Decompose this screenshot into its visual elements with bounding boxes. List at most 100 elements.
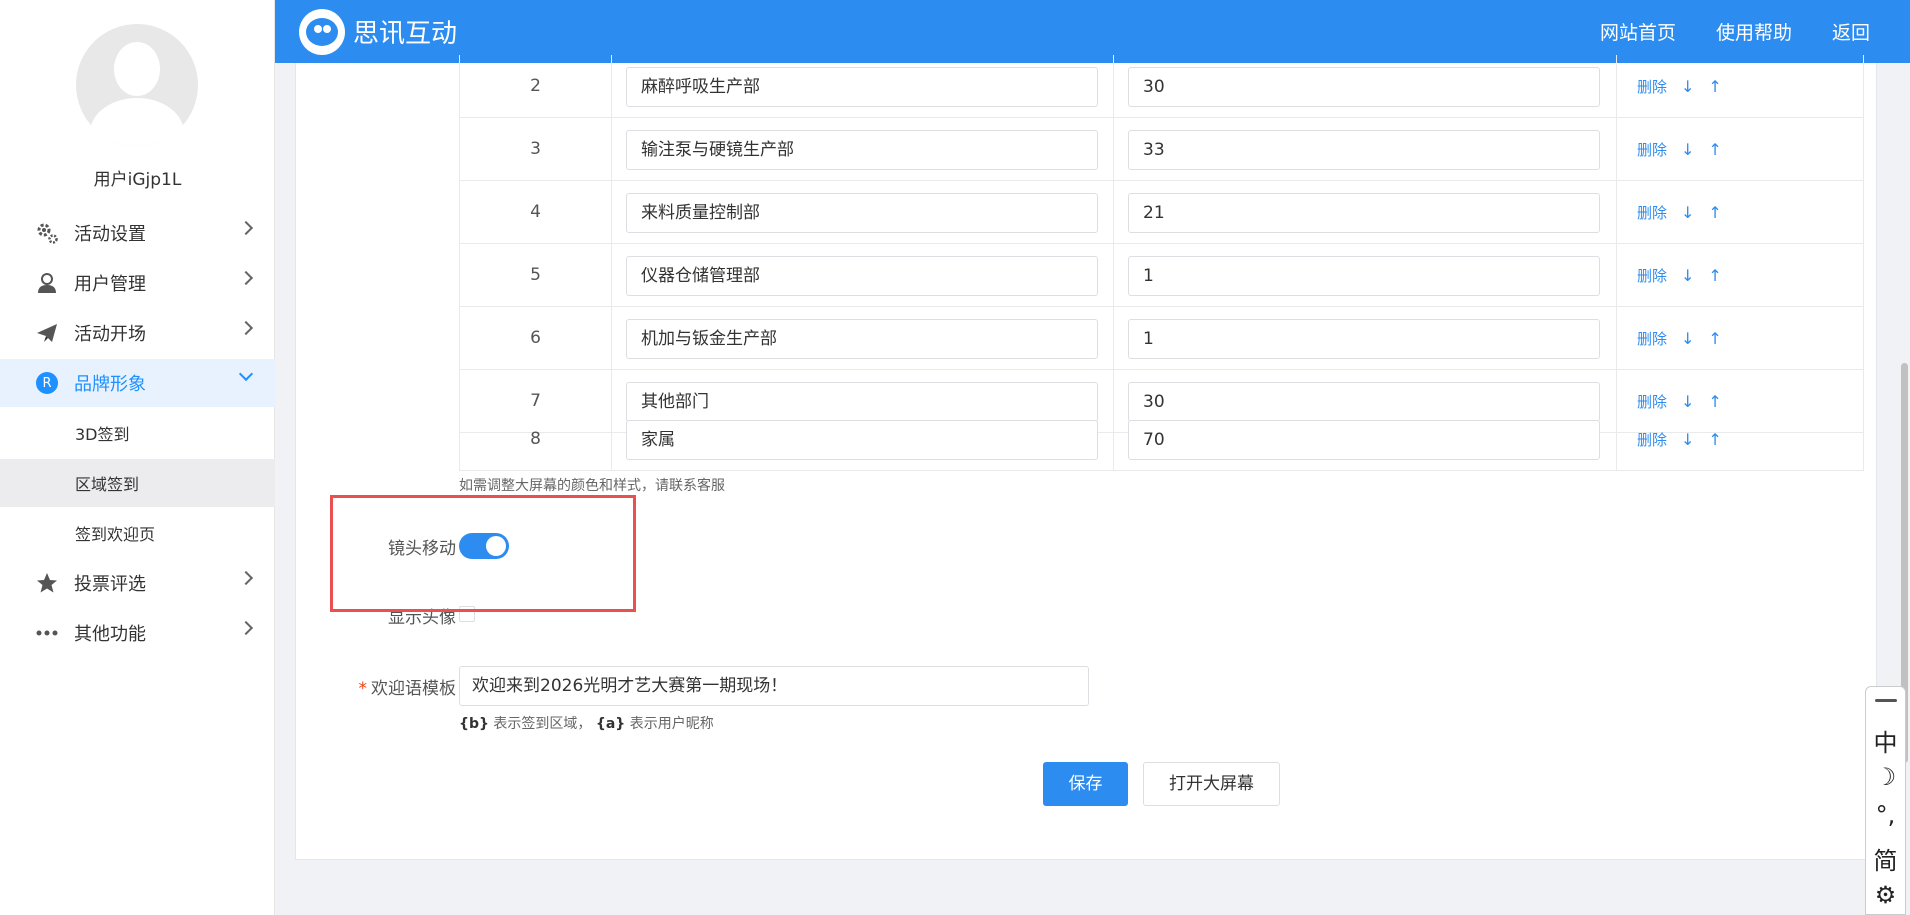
greeting-template-input[interactable]: 欢迎来到2026光明才艺大赛第一期现场！ [459,666,1089,706]
delete-link[interactable]: 删除 [1637,328,1667,349]
user-icon [34,270,60,296]
username: 用户iGjp1L [93,170,182,190]
r-badge: R [36,372,58,394]
avatar-head-shape [114,42,160,96]
move-down-icon[interactable]: ↓ [1681,77,1694,96]
move-up-icon[interactable]: ↑ [1708,140,1721,159]
menu-label: 品牌形象 [74,374,146,395]
r-badge-icon: R [34,370,60,396]
row-index: 5 [460,244,612,306]
row-index: 3 [460,118,612,180]
ime-chinese-mode-key[interactable]: 中 [1866,723,1905,758]
row-index: 4 [460,181,612,243]
move-down-icon[interactable]: ↓ [1681,430,1694,449]
row-index: 6 [460,307,612,369]
more-dots-icon [34,620,60,646]
row-index: 8 [460,408,612,470]
submenu-item-welcome-page[interactable]: 签到欢迎页 [0,509,275,557]
table-row: 5 仪器仓储管理部 1 删除 ↓ ↑ [459,244,1864,307]
sidebar: 用户iGjp1L 活动设置 用户管理 活动开场 R 品牌形象 3D签到 区域签到… [0,0,275,915]
area-count-input[interactable]: 1 [1128,256,1600,296]
hint-text-a: 表示用户昵称 [625,716,714,732]
nav-help-link[interactable]: 使用帮助 [1716,18,1792,45]
ime-settings-gear-icon[interactable]: ⚙ [1866,881,1905,909]
move-down-icon[interactable]: ↓ [1681,203,1694,222]
avatar[interactable] [76,24,198,146]
required-mark: * [358,679,368,699]
hint-token-b: {b} [459,716,489,732]
table-row: 4 来料质量控制部 21 删除 ↓ ↑ [459,181,1864,244]
menu-item-other-functions[interactable]: 其他功能 [0,609,275,657]
content-card: 2 麻醉呼吸生产部 30 删除 ↓ ↑ 3 输注泵与硬镜生产部 33 删除 ↓ … [295,55,1877,860]
area-count-input[interactable]: 21 [1128,193,1600,233]
area-name-input[interactable]: 输注泵与硬镜生产部 [626,130,1098,170]
open-big-screen-button[interactable]: 打开大屏幕 [1143,762,1280,806]
save-button[interactable]: 保存 [1043,762,1128,806]
chevron-right-icon [238,270,254,286]
hint-text-b: 表示签到区域， [488,716,592,732]
ime-punctuation-key[interactable]: °, [1866,801,1905,829]
move-up-icon[interactable]: ↑ [1708,203,1721,222]
delete-link[interactable]: 删除 [1637,139,1667,160]
nav-back-link[interactable]: 返回 [1832,18,1870,45]
gear-icon [34,220,60,246]
brand-name: 思讯互动 [353,19,458,49]
table-row: 6 机加与钣金生产部 1 删除 ↓ ↑ [459,307,1864,370]
top-header: 思讯互动 网站首页 使用帮助 返回 [275,0,1910,63]
greeting-label: * 欢迎语模板 [296,674,457,699]
submenu-label: 区域签到 [75,475,140,494]
ime-simplified-key[interactable]: 简 [1866,841,1905,876]
area-name-input[interactable]: 机加与钣金生产部 [626,319,1098,359]
move-up-icon[interactable]: ↑ [1708,329,1721,348]
move-up-icon[interactable]: ↑ [1708,77,1721,96]
area-count-input[interactable]: 33 [1128,130,1600,170]
brand-logo-icon [299,8,345,55]
area-count-input[interactable]: 1 [1128,319,1600,359]
move-down-icon[interactable]: ↓ [1681,329,1694,348]
hint-token-a: {a} [595,716,626,732]
move-down-icon[interactable]: ↓ [1681,140,1694,159]
area-name-input[interactable]: 来料质量控制部 [626,193,1098,233]
star-icon [34,570,60,596]
move-down-icon[interactable]: ↓ [1681,266,1694,285]
menu-label: 其他功能 [74,624,146,645]
menu-item-brand-image[interactable]: R 品牌形象 [0,359,275,407]
table-row: 2 麻醉呼吸生产部 30 删除 ↓ ↑ [459,55,1864,118]
highlight-box [330,495,636,612]
submenu-item-area-signin[interactable]: 区域签到 [0,459,275,507]
table-row: 3 输注泵与硬镜生产部 33 删除 ↓ ↑ [459,118,1864,181]
menu-item-voting[interactable]: 投票评选 [0,559,275,607]
area-count-input[interactable]: 70 [1128,420,1600,460]
menu-item-activity-opening[interactable]: 活动开场 [0,309,275,357]
delete-link[interactable]: 删除 [1637,265,1667,286]
area-name-input[interactable]: 仪器仓储管理部 [626,256,1098,296]
menu-label: 投票评选 [74,574,146,595]
submenu-label: 3D签到 [75,425,130,444]
move-up-icon[interactable]: ↑ [1708,430,1721,449]
chevron-right-icon [238,220,254,236]
greeting-label-text: 欢迎语模板 [371,679,456,699]
ime-toolbar: 中 ☽ °, 简 ⚙ [1865,686,1906,915]
submenu-label: 签到欢迎页 [75,525,156,544]
menu-label: 活动开场 [74,324,146,345]
paper-plane-icon [34,320,60,346]
menu-label: 活动设置 [74,224,146,245]
delete-link[interactable]: 删除 [1637,429,1667,450]
delete-link[interactable]: 删除 [1637,76,1667,97]
greeting-hint: {b} 表示签到区域， {a} 表示用户昵称 [459,713,714,733]
table-row: 8 家属 70 删除 ↓ ↑ [459,408,1864,471]
nav-home-link[interactable]: 网站首页 [1600,18,1676,45]
move-up-icon[interactable]: ↑ [1708,266,1721,285]
submenu-item-3d-signin[interactable]: 3D签到 [0,409,275,457]
delete-link[interactable]: 删除 [1637,202,1667,223]
header-nav: 网站首页 使用帮助 返回 [1600,0,1910,63]
ime-moon-icon[interactable]: ☽ [1866,763,1905,791]
ime-collapse-handle[interactable] [1875,699,1897,702]
menu-item-activity-settings[interactable]: 活动设置 [0,209,275,257]
chevron-right-icon [238,570,254,586]
area-count-input[interactable]: 30 [1128,67,1600,107]
area-name-input[interactable]: 家属 [626,420,1098,460]
chevron-down-icon [238,366,254,382]
menu-item-user-management[interactable]: 用户管理 [0,259,275,307]
area-name-input[interactable]: 麻醉呼吸生产部 [626,67,1098,107]
